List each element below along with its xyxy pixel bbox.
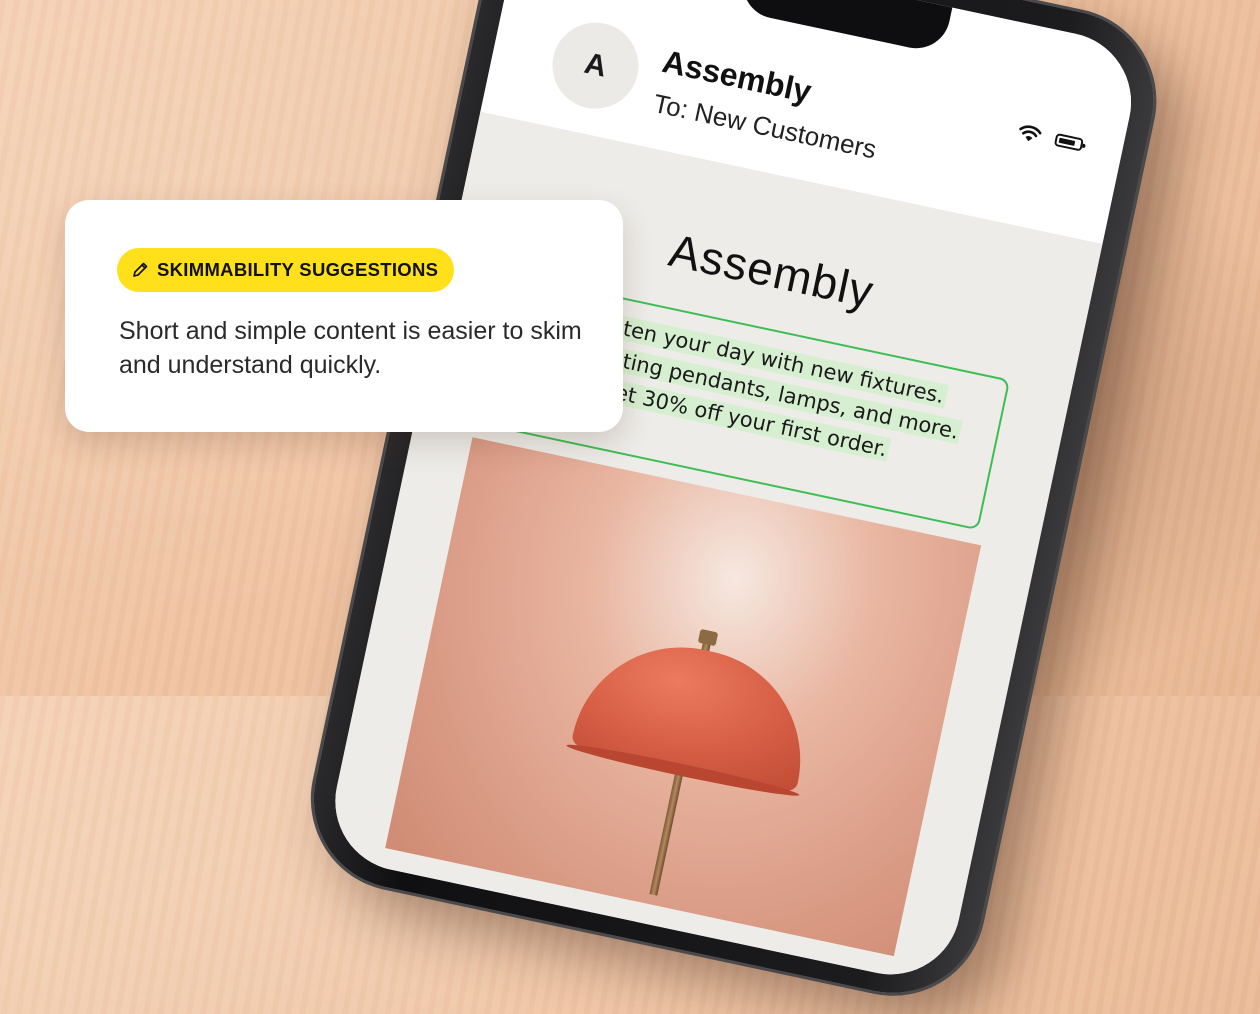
skimmability-badge: SKIMMABILITY SUGGESTIONS <box>117 248 455 292</box>
lamp-finial <box>697 628 719 647</box>
suggestion-text: Short and simple content is easier to sk… <box>119 317 582 379</box>
avatar-letter: A <box>581 46 610 84</box>
badge-label: SKIMMABILITY SUGGESTIONS <box>157 259 439 280</box>
battery-icon <box>1053 132 1085 152</box>
suggestion-card: SKIMMABILITY SUGGESTIONS Short and simpl… <box>65 200 623 432</box>
pencil-icon <box>133 262 148 277</box>
